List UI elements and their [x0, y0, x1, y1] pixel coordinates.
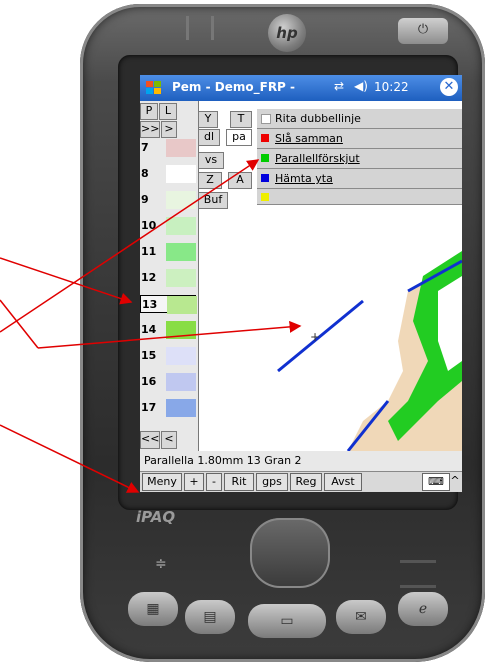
device-top-marks — [186, 16, 214, 40]
gps-button[interactable]: gps — [256, 473, 288, 491]
layer-number: 17 — [141, 401, 157, 414]
color-swatch-red — [261, 134, 269, 142]
layer-color-swatch — [166, 347, 196, 365]
layer-color-swatch — [167, 296, 197, 314]
arrow-segment — [0, 299, 39, 349]
command-bar: Meny + - Rit gps Reg Avst ⌨ ^ — [140, 471, 462, 492]
connectivity-icon[interactable]: ⇄ — [334, 79, 344, 93]
volume-icon[interactable]: ◀) — [354, 79, 368, 93]
layer-row[interactable]: 9 — [140, 191, 196, 209]
button-scroll-prev[interactable]: < — [161, 431, 177, 449]
layer-color-swatch — [166, 165, 196, 183]
zoom-out-button[interactable]: - — [206, 473, 222, 491]
hp-logo: hp — [268, 14, 306, 52]
layer-color-swatch — [166, 243, 196, 261]
menu-item-parallellforskjut[interactable]: Parallellförskjut — [257, 149, 462, 169]
avst-button[interactable]: Avst — [324, 473, 362, 491]
close-icon[interactable]: ✕ — [440, 78, 458, 96]
keyboard-icon[interactable]: ⌨ — [422, 473, 450, 491]
layer-row[interactable]: 8 — [140, 165, 196, 183]
color-swatch-white — [261, 114, 271, 124]
layer-color-swatch — [166, 191, 196, 209]
selected-line[interactable] — [277, 299, 364, 373]
clock[interactable]: 10:22 — [374, 80, 409, 94]
internet-explorer-button[interactable]: ℯ — [398, 592, 448, 626]
layer-row[interactable]: 11 — [140, 243, 196, 261]
button-next[interactable]: > — [161, 121, 177, 138]
reg-button[interactable]: Reg — [290, 473, 322, 491]
screen: + Pem - Demo_FRP - ⇄ ◀) 10:22 ✕ P L >> >… — [140, 75, 462, 492]
layer-row[interactable]: 7 — [140, 139, 196, 157]
layer-row[interactable]: 12 — [140, 269, 196, 287]
layer-number: 10 — [141, 219, 157, 232]
button-pa[interactable]: pa — [226, 129, 252, 146]
navigation-pad[interactable] — [250, 518, 330, 588]
left-panel: P L >> > 7 8 9 10 11 12 13 14 15 16 17 << < — [140, 101, 199, 451]
layer-number: 8 — [141, 167, 149, 180]
action-button[interactable]: ▭ — [248, 604, 326, 638]
layer-color-swatch — [166, 217, 196, 235]
layer-row[interactable]: 16 — [140, 373, 196, 391]
button-t[interactable]: T — [230, 111, 252, 128]
menu-item-rita-dubbellinje[interactable]: Rita dubbellinje — [257, 109, 462, 129]
color-swatch-blue — [261, 174, 269, 182]
button-scroll-first[interactable]: << — [140, 431, 160, 449]
zoom-in-button[interactable]: + — [184, 473, 204, 491]
calendar-button[interactable]: ▦ — [128, 592, 178, 626]
rit-button[interactable]: Rit — [224, 473, 254, 491]
messaging-button[interactable]: ✉ — [336, 600, 386, 634]
layer-row[interactable]: 13 — [140, 295, 197, 314]
layer-number: 9 — [141, 193, 149, 206]
layer-number: 13 — [142, 298, 158, 311]
button-a[interactable]: A — [228, 172, 252, 189]
menu-item-sla-samman[interactable]: Slå samman — [257, 129, 462, 149]
layer-number: 11 — [141, 245, 157, 258]
layer-number: 7 — [141, 141, 149, 154]
button-y[interactable]: Y — [198, 111, 218, 128]
layer-number: 14 — [141, 323, 157, 336]
speaker-left-icon: ≑ — [155, 556, 167, 572]
menu-button[interactable]: Meny — [142, 473, 182, 491]
layer-number: 16 — [141, 375, 157, 388]
menu-item-hamta-yta[interactable]: Hämta yta — [257, 169, 462, 189]
button-buf[interactable]: Buf — [198, 192, 228, 209]
title-bar: Pem - Demo_FRP - ⇄ ◀) 10:22 ✕ — [140, 75, 462, 101]
status-text: Parallella 1.80mm 13 Gran 2 — [144, 454, 302, 467]
status-line: Parallella 1.80mm 13 Gran 2 — [140, 451, 462, 471]
layer-color-swatch — [166, 321, 196, 339]
layer-row[interactable]: 10 — [140, 217, 196, 235]
keyboard-toggle-icon[interactable]: ^ — [450, 473, 460, 491]
button-p[interactable]: P — [140, 103, 158, 120]
layer-row[interactable]: 15 — [140, 347, 196, 365]
ipaq-logo: iPAQ — [136, 508, 176, 526]
color-swatch-green — [261, 154, 269, 162]
menu-item-empty[interactable] — [257, 189, 462, 205]
layer-color-swatch — [166, 373, 196, 391]
button-dl[interactable]: dl — [198, 129, 220, 146]
button-l[interactable]: L — [159, 103, 177, 120]
layer-row[interactable]: 17 — [140, 399, 196, 417]
layer-number: 15 — [141, 349, 157, 362]
contacts-button[interactable]: ▤ — [185, 600, 235, 634]
line-midpoint-marker: + — [310, 330, 320, 344]
layer-number: 12 — [141, 271, 157, 284]
color-swatch-yellow — [261, 193, 269, 201]
speaker-grille-icon — [400, 560, 436, 588]
layer-row[interactable]: 14 — [140, 321, 196, 339]
window-title: Pem - Demo_FRP - — [172, 80, 296, 94]
layer-color-swatch — [166, 139, 196, 157]
windows-start-icon[interactable] — [144, 78, 164, 98]
power-button[interactable]: ⏻ — [398, 18, 448, 44]
context-menu: Rita dubbellinje Slå samman Parallellför… — [257, 109, 462, 205]
button-z[interactable]: Z — [198, 172, 222, 189]
layer-color-swatch — [166, 269, 196, 287]
layer-color-swatch — [166, 399, 196, 417]
button-first[interactable]: >> — [140, 121, 160, 138]
button-vs[interactable]: vs — [198, 152, 224, 169]
